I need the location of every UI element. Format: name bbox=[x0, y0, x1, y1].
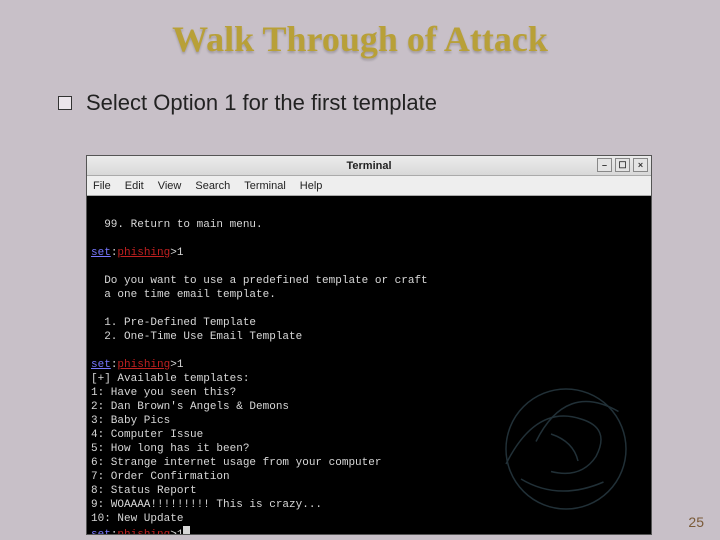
menu-view[interactable]: View bbox=[158, 180, 182, 192]
close-button[interactable]: × bbox=[633, 158, 648, 172]
terminal-line: Do you want to use a predefined template… bbox=[91, 274, 641, 288]
terminal-prompt-3: set:phishing>1 bbox=[91, 526, 641, 534]
menu-help[interactable]: Help bbox=[300, 180, 323, 192]
terminal-title: Terminal bbox=[346, 160, 391, 172]
terminal-window: Terminal – ☐ × File Edit View Search Ter… bbox=[86, 155, 652, 535]
terminal-titlebar: Terminal – ☐ × bbox=[87, 156, 651, 176]
terminal-prompt-2: set:phishing>1 bbox=[91, 358, 641, 372]
menu-file[interactable]: File bbox=[93, 180, 111, 192]
bullet-row: Select Option 1 for the first template bbox=[58, 90, 720, 116]
menu-edit[interactable]: Edit bbox=[125, 180, 144, 192]
maximize-button[interactable]: ☐ bbox=[615, 158, 630, 172]
kali-dragon-icon bbox=[491, 374, 641, 524]
menu-search[interactable]: Search bbox=[195, 180, 230, 192]
terminal-menubar: File Edit View Search Terminal Help bbox=[87, 176, 651, 196]
terminal-prompt-1: set:phishing>1 bbox=[91, 246, 641, 260]
menu-terminal[interactable]: Terminal bbox=[244, 180, 286, 192]
cursor-icon bbox=[183, 526, 190, 534]
minimize-button[interactable]: – bbox=[597, 158, 612, 172]
page-number: 25 bbox=[688, 514, 704, 530]
terminal-line: 1. Pre-Defined Template bbox=[91, 316, 641, 330]
terminal-line: a one time email template. bbox=[91, 288, 641, 302]
bullet-text: Select Option 1 for the first template bbox=[86, 90, 437, 116]
bullet-box-icon bbox=[58, 96, 72, 110]
window-controls: – ☐ × bbox=[597, 158, 648, 172]
terminal-line: 99. Return to main menu. bbox=[91, 218, 641, 232]
terminal-line: 2. One-Time Use Email Template bbox=[91, 330, 641, 344]
terminal-body[interactable]: 99. Return to main menu. set:phishing>1 … bbox=[87, 196, 651, 534]
slide-title: Walk Through of Attack bbox=[0, 0, 720, 60]
